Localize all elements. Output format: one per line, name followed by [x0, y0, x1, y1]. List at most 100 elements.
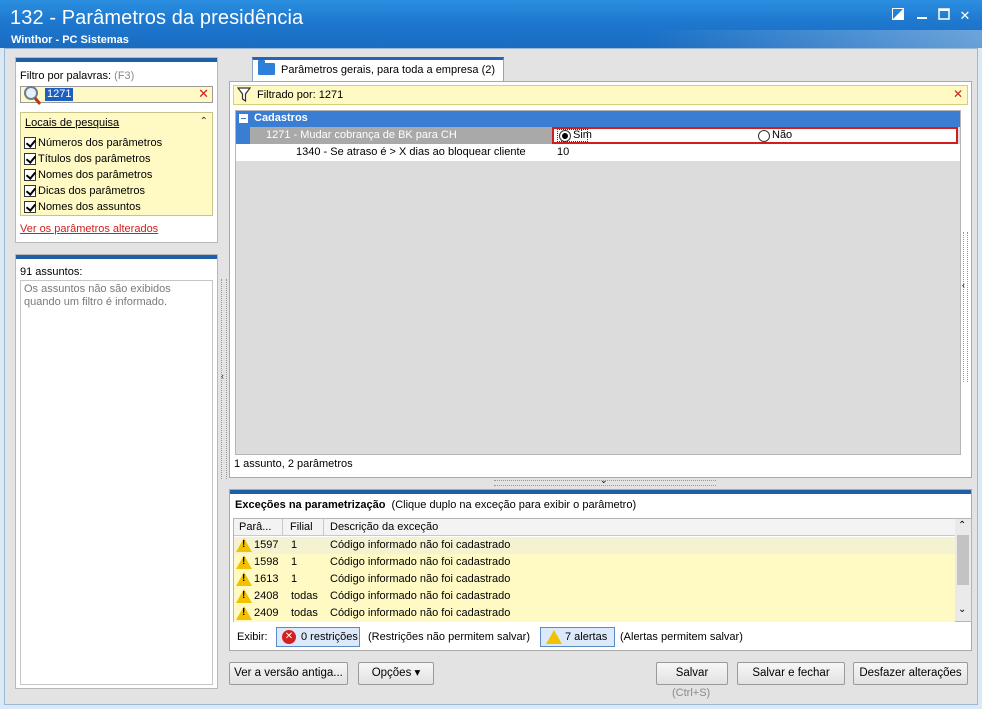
exceptions-table: Parâ... Filial Descrição da exceção ! 15… — [233, 518, 972, 622]
old-version-label: Ver a versão antiga... — [234, 667, 343, 679]
left-splitter[interactable]: ‹ — [221, 279, 227, 479]
warning-icon — [546, 630, 562, 644]
collapse-group-icon[interactable] — [239, 114, 248, 123]
search-input[interactable]: 1271 ✕ — [20, 86, 213, 105]
exception-row[interactable]: ! 1597 1 Código informado não foi cadast… — [234, 537, 955, 554]
warning-mark: ! — [242, 539, 246, 550]
exception-filial: 1 — [291, 539, 298, 551]
search-locations: Locais de pesquisa ⌃ Números dos parâmet… — [20, 112, 213, 216]
horizontal-splitter[interactable]: ⌄ — [494, 475, 716, 486]
param-value-input[interactable]: 10 — [552, 144, 958, 161]
row-gutter — [236, 127, 250, 144]
tab-general-params[interactable]: Parâmetros gerais, para toda a empresa (… — [252, 57, 504, 81]
save-close-button[interactable]: Salvar e fechar — [737, 662, 845, 685]
scroll-up-icon[interactable]: ⌃ — [958, 520, 966, 531]
exception-param: 2408 — [254, 590, 279, 602]
collapse-icon[interactable]: ⌃ — [200, 116, 208, 127]
warning-mark: ! — [242, 607, 246, 618]
checkbox-label: Números dos parâmetros — [38, 137, 163, 149]
radio-sim[interactable] — [559, 130, 571, 142]
col-filial[interactable]: Filial — [290, 521, 313, 533]
radio-nao[interactable] — [758, 130, 770, 142]
clear-filter-icon[interactable]: ✕ — [198, 87, 209, 101]
checkbox-titulos[interactable]: Títulos dos parâmetros — [24, 152, 151, 166]
col-separator — [282, 519, 283, 535]
alerts-button[interactable]: 7 alertas — [540, 627, 615, 647]
minimize-icon[interactable] — [912, 8, 932, 24]
exception-filial: 1 — [291, 573, 298, 585]
exception-filial: todas — [291, 590, 318, 602]
close-icon[interactable]: ✕ — [955, 8, 975, 24]
search-locations-title: Locais de pesquisa — [25, 117, 120, 129]
funnel-icon — [237, 87, 251, 103]
altered-params-link[interactable]: Ver os parâmetros alterados — [20, 223, 158, 235]
maximize-icon[interactable] — [934, 8, 954, 24]
exception-param: 1598 — [254, 556, 279, 568]
filter-label: Filtro por palavras: (F3) — [20, 70, 134, 82]
exception-desc: Código informado não foi cadastrado — [330, 573, 511, 585]
help-window-icon[interactable] — [888, 8, 908, 24]
chevron-down-icon[interactable]: ⌄ — [600, 475, 608, 486]
warning-mark: ! — [242, 573, 246, 584]
error-icon: ✕ — [282, 630, 296, 644]
filter-shortcut: (F3) — [114, 70, 135, 82]
scroll-down-icon[interactable]: ⌄ — [958, 604, 966, 615]
radio-nao-label: Não — [772, 129, 793, 141]
alerts-note: (Alertas permitem salvar) — [620, 631, 743, 643]
filter-panel: Filtro por palavras: (F3) 1271 ✕ Locais … — [15, 57, 218, 243]
exceptions-subtitle: (Clique duplo na exceção para exibir o p… — [391, 499, 637, 511]
chevron-left-icon[interactable]: ‹ — [962, 280, 965, 290]
old-version-button[interactable]: Ver a versão antiga... — [229, 662, 348, 685]
grid-summary: 1 assunto, 2 parâmetros — [234, 458, 353, 470]
checkbox-icon — [24, 201, 36, 213]
checkbox-icon — [24, 153, 36, 165]
undo-button[interactable]: Desfazer alterações — [853, 662, 968, 685]
param-row[interactable]: 1271 - Mudar cobrança de BK para CH Sim … — [236, 127, 960, 144]
chevron-left-icon[interactable]: ‹ — [221, 371, 224, 381]
checkbox-label: Nomes dos parâmetros — [38, 169, 153, 181]
param-value-text: 10 — [557, 146, 570, 158]
exceptions-scrollbar[interactable]: ⌃ ⌄ — [955, 519, 971, 621]
checkbox-icon — [24, 185, 36, 197]
panel-accent-bar — [16, 58, 217, 62]
radio-sim-label: Sim — [573, 129, 592, 141]
exception-row[interactable]: ! 2408 todas Código informado não foi ca… — [234, 588, 955, 605]
right-splitter[interactable]: ‹ — [962, 232, 968, 382]
options-label: Opções — [371, 667, 412, 679]
restrictions-button[interactable]: ✕ 0 restrições — [276, 627, 360, 647]
panel-accent-bar — [230, 490, 971, 494]
options-button[interactable]: Opções ▾ — [358, 662, 434, 685]
col-desc[interactable]: Descrição da exceção — [330, 521, 438, 533]
search-value: 1271 — [45, 88, 74, 101]
checkbox-dicas[interactable]: Dicas dos parâmetros — [24, 184, 145, 198]
group-header[interactable]: Cadastros — [236, 111, 960, 127]
params-panel: Filtrado por: 1271 ✕ Cadastros 1271 - Mu… — [229, 81, 972, 478]
checkbox-nomes[interactable]: Nomes dos parâmetros — [24, 168, 152, 182]
params-grid: Cadastros 1271 - Mudar cobrança de BK pa… — [235, 110, 961, 455]
save-button[interactable]: Salvar — [656, 662, 728, 685]
exception-row[interactable]: ! 1598 1 Código informado não foi cadast… — [234, 554, 955, 571]
col-param[interactable]: Parâ... — [239, 521, 271, 533]
dropdown-arrow-icon: ▾ — [414, 667, 421, 679]
title-bar: 132 - Parâmetros da presidência Winthor … — [0, 0, 982, 48]
filtered-text: Filtrado por: 1271 — [257, 89, 344, 101]
panel-accent-bar — [16, 255, 217, 259]
title-glow — [652, 30, 982, 48]
undo-label: Desfazer alterações — [859, 667, 962, 679]
checkbox-icon — [24, 137, 36, 149]
checkbox-label: Títulos dos parâmetros — [38, 153, 151, 165]
exception-desc: Código informado não foi cadastrado — [330, 539, 511, 551]
exception-param: 2409 — [254, 607, 279, 619]
warning-mark: ! — [242, 556, 246, 567]
group-title: Cadastros — [254, 112, 308, 124]
exceptions-title-text: Exceções na parametrização — [235, 499, 386, 511]
exception-row[interactable]: ! 1613 1 Código informado não foi cadast… — [234, 571, 955, 588]
scroll-thumb[interactable] — [957, 535, 969, 585]
checkbox-assuntos[interactable]: Nomes dos assuntos — [24, 200, 141, 214]
clear-filtered-icon[interactable]: ✕ — [953, 87, 963, 101]
checkbox-numeros[interactable]: Números dos parâmetros — [24, 136, 162, 150]
checkbox-label: Dicas dos parâmetros — [38, 185, 145, 197]
exception-row[interactable]: ! 2409 todas Código informado não foi ca… — [234, 605, 955, 622]
param-row[interactable]: 1340 - Se atraso é > X dias ao bloquear … — [236, 144, 960, 161]
exception-filial: todas — [291, 607, 318, 619]
